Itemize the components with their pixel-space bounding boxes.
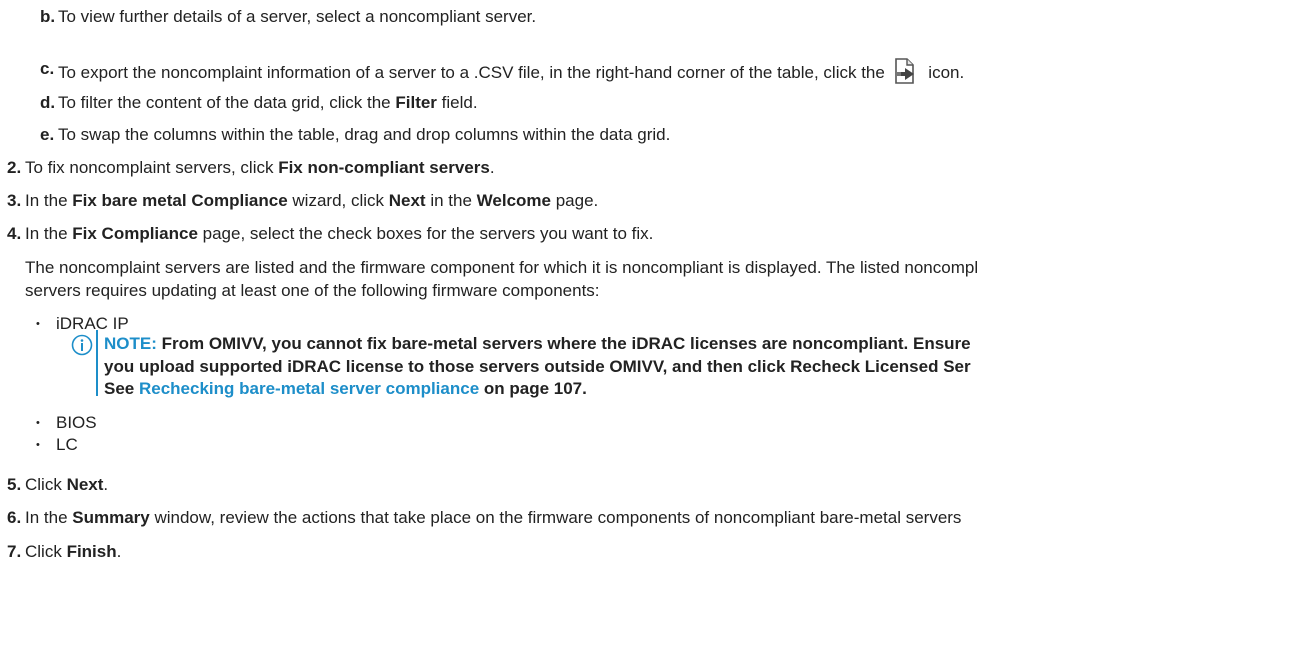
text-bold: Next [388,191,426,210]
substep-marker: e. [40,125,55,144]
substep-text-pre: To export the noncomplaint information o… [58,63,885,82]
text-post: . [489,158,495,177]
step-text: Click Next. [25,474,108,496]
text-post: field. [436,93,478,112]
note-line: you upload supported iDRAC license to th… [104,356,971,378]
text-pre: In the [25,508,73,527]
step-marker: 3. [7,191,22,210]
step-marker: 7. [7,542,22,561]
step-text: In the Fix bare metal Compliance wizard,… [25,190,598,212]
text-pre: To filter the content of the data grid, … [58,93,396,112]
substep-text: To view further details of a server, sel… [58,7,537,26]
text-bold: Filter [395,93,437,112]
text-pre: To fix noncomplaint servers, click [25,158,279,177]
paragraph-line: servers requires updating at least one o… [25,281,600,300]
text-pre: In the [25,224,73,243]
text-post: page. [550,191,599,210]
substep-marker: b. [40,7,56,26]
bullet-icon: • [36,439,40,451]
text-post: . [116,542,122,561]
step-text: Click Finish. [25,541,121,563]
text-mid: wizard, click [287,191,389,210]
text-post: page, select the check boxes for the ser… [197,224,654,243]
substep-marker: d. [40,93,56,112]
substep-text-post: icon. [928,63,965,82]
bullet-icon: • [36,417,40,429]
substep-marker: c. [40,59,55,78]
step-marker: 2. [7,158,22,177]
step-marker: 6. [7,508,22,527]
text-bold: Next [66,475,104,494]
note-line: NOTE: From OMIVV, you cannot fix bare-me… [104,333,971,355]
note-divider [96,330,98,396]
step-text: In the Summary window, review the action… [25,507,961,529]
text-bold: Fix non-compliant servers [278,158,490,177]
note-text: See [104,379,139,398]
list-item-label: LC [56,435,78,454]
step-text: In the Fix Compliance page, select the c… [25,223,653,245]
text-pre: Click [25,542,67,561]
text-post: . [103,475,109,494]
text-mid: in the [425,191,477,210]
text-pre: In the [25,191,73,210]
note-label: NOTE: [104,334,157,353]
note-line: See Rechecking bare-metal server complia… [104,378,587,400]
substep-text: To filter the content of the data grid, … [58,92,478,114]
text-bold: Fix bare metal Compliance [72,191,288,210]
text-pre: Click [25,475,67,494]
list-item-label: iDRAC IP [56,314,129,333]
substep-text: To export the noncomplaint information o… [58,58,964,84]
list-item-label: BIOS [56,413,97,432]
paragraph-line: The noncomplaint servers are listed and … [25,258,979,277]
step-marker: 5. [7,475,22,494]
note-text: you upload supported iDRAC license to th… [104,357,971,376]
bullet-icon: • [36,318,40,330]
text-bold: Welcome [476,191,551,210]
export-file-icon[interactable] [892,58,922,84]
text-post: window, review the actions that take pla… [149,508,962,527]
info-circle-icon [71,334,93,356]
text-bold: Fix Compliance [72,224,198,243]
text-bold: Finish [66,542,117,561]
document-page: b. To view further details of a server, … [0,0,1314,669]
step-text: To fix noncomplaint servers, click Fix n… [25,157,495,179]
note-text: From OMIVV, you cannot fix bare-metal se… [156,334,971,353]
text-bold: Summary [72,508,150,527]
note-text: on page 107. [479,379,587,398]
step-marker: 4. [7,224,22,243]
substep-text: To swap the columns within the table, dr… [58,125,671,144]
cross-reference-link[interactable]: Rechecking bare-metal server compliance [139,379,479,398]
